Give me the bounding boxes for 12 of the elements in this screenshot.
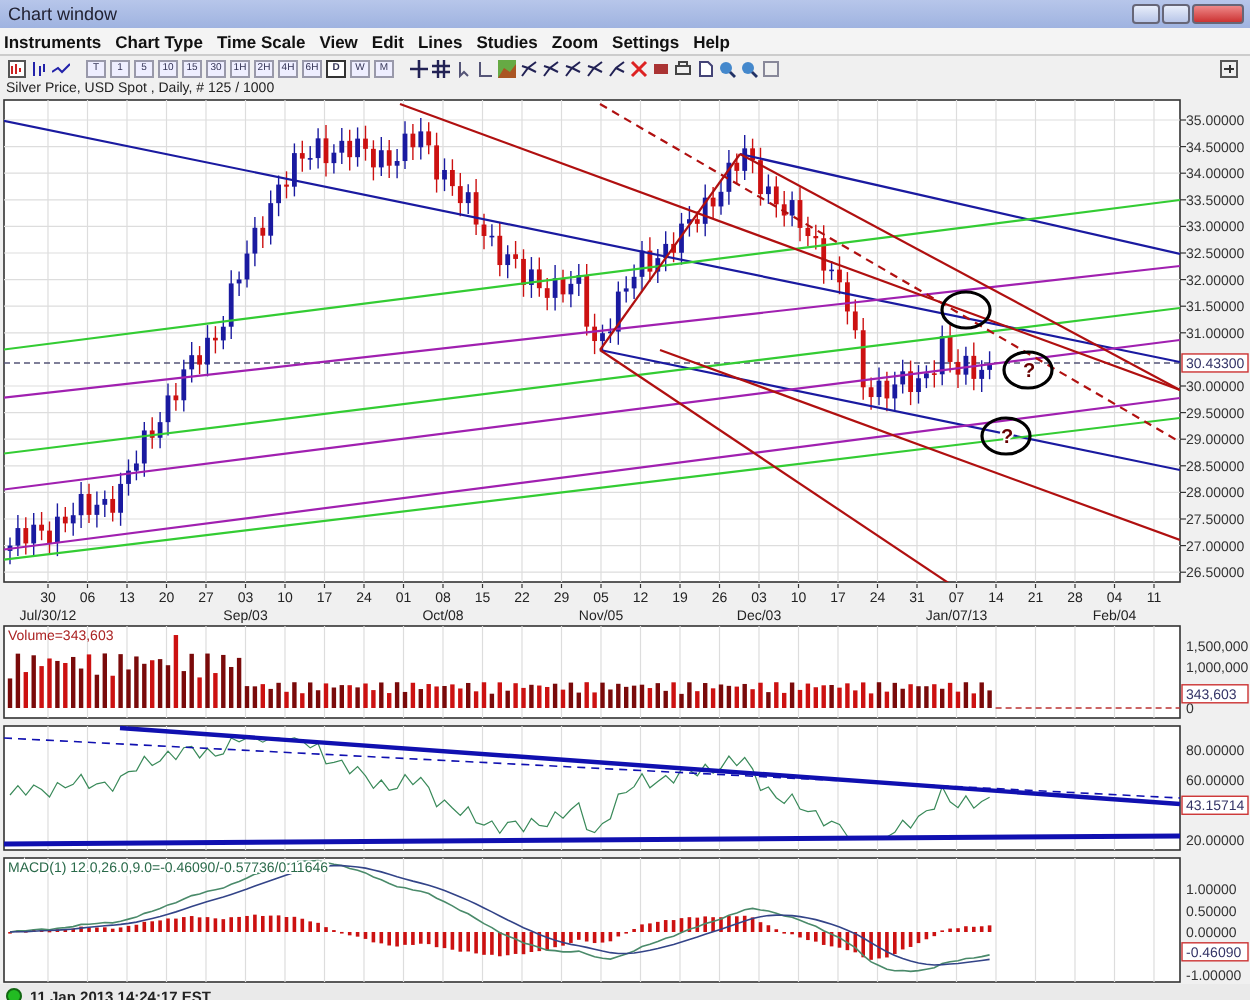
menu-item[interactable]: Instruments <box>4 31 102 51</box>
menu-item[interactable]: Chart Type <box>115 31 203 51</box>
menu-item[interactable]: Time Scale <box>216 31 306 51</box>
menu-item[interactable]: Edit <box>371 31 404 51</box>
menu-item[interactable]: View <box>319 31 358 51</box>
menu-item[interactable]: Settings <box>612 31 680 51</box>
menu-item[interactable]: Lines <box>417 31 463 51</box>
menu-item[interactable]: Studies <box>476 31 538 51</box>
question-mark: ? <box>1023 361 1036 383</box>
window-title: Chart window <box>8 4 120 24</box>
menu-item[interactable]: Zoom <box>551 31 599 51</box>
menu-item[interactable]: Help <box>693 31 730 51</box>
